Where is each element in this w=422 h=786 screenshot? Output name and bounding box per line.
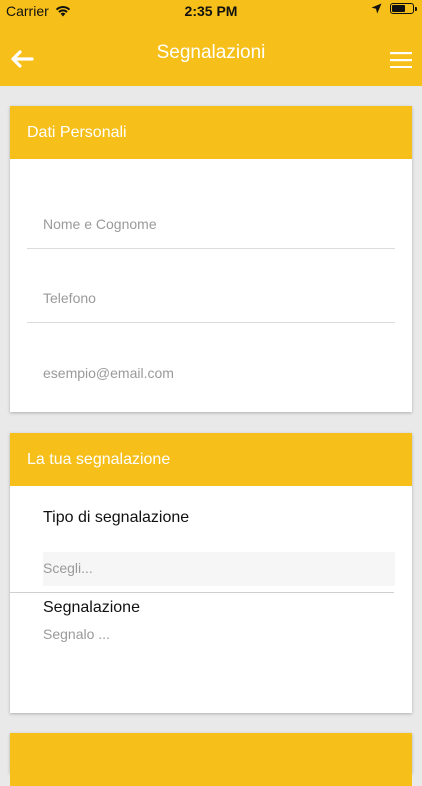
personal-data-card: Dati Personali: [10, 106, 412, 412]
third-section-card: [10, 733, 412, 786]
status-right: [371, 3, 417, 14]
phone-input[interactable]: [43, 290, 373, 306]
hamburger-menu-icon[interactable]: [390, 52, 412, 68]
navigation-bar: Segnalazioni: [0, 22, 422, 86]
report-type-label: Tipo di segnalazione: [43, 509, 190, 526]
clock: 2:35 PM: [184, 3, 238, 19]
name-input[interactable]: [43, 216, 373, 232]
report-card: La tua segnalazione Tipo di segnalazione…: [10, 433, 412, 713]
third-section-header: [10, 733, 412, 786]
status-bar: Carrier 2:35 PM: [0, 0, 422, 22]
phone-field-row: [27, 249, 395, 323]
name-field-row: [27, 175, 395, 249]
report-type-select[interactable]: Scegli...: [43, 552, 395, 586]
email-field-row: [27, 323, 395, 397]
battery-icon: [390, 3, 417, 14]
location-arrow-icon: [371, 3, 382, 14]
report-header: La tua segnalazione: [10, 433, 412, 486]
divider: [10, 592, 394, 593]
page-title: Segnalazioni: [156, 42, 266, 63]
personal-data-header: Dati Personali: [10, 106, 412, 159]
email-input[interactable]: [43, 365, 373, 381]
report-textarea[interactable]: Segnalo ...: [43, 626, 110, 642]
report-label: Segnalazione: [43, 599, 140, 616]
